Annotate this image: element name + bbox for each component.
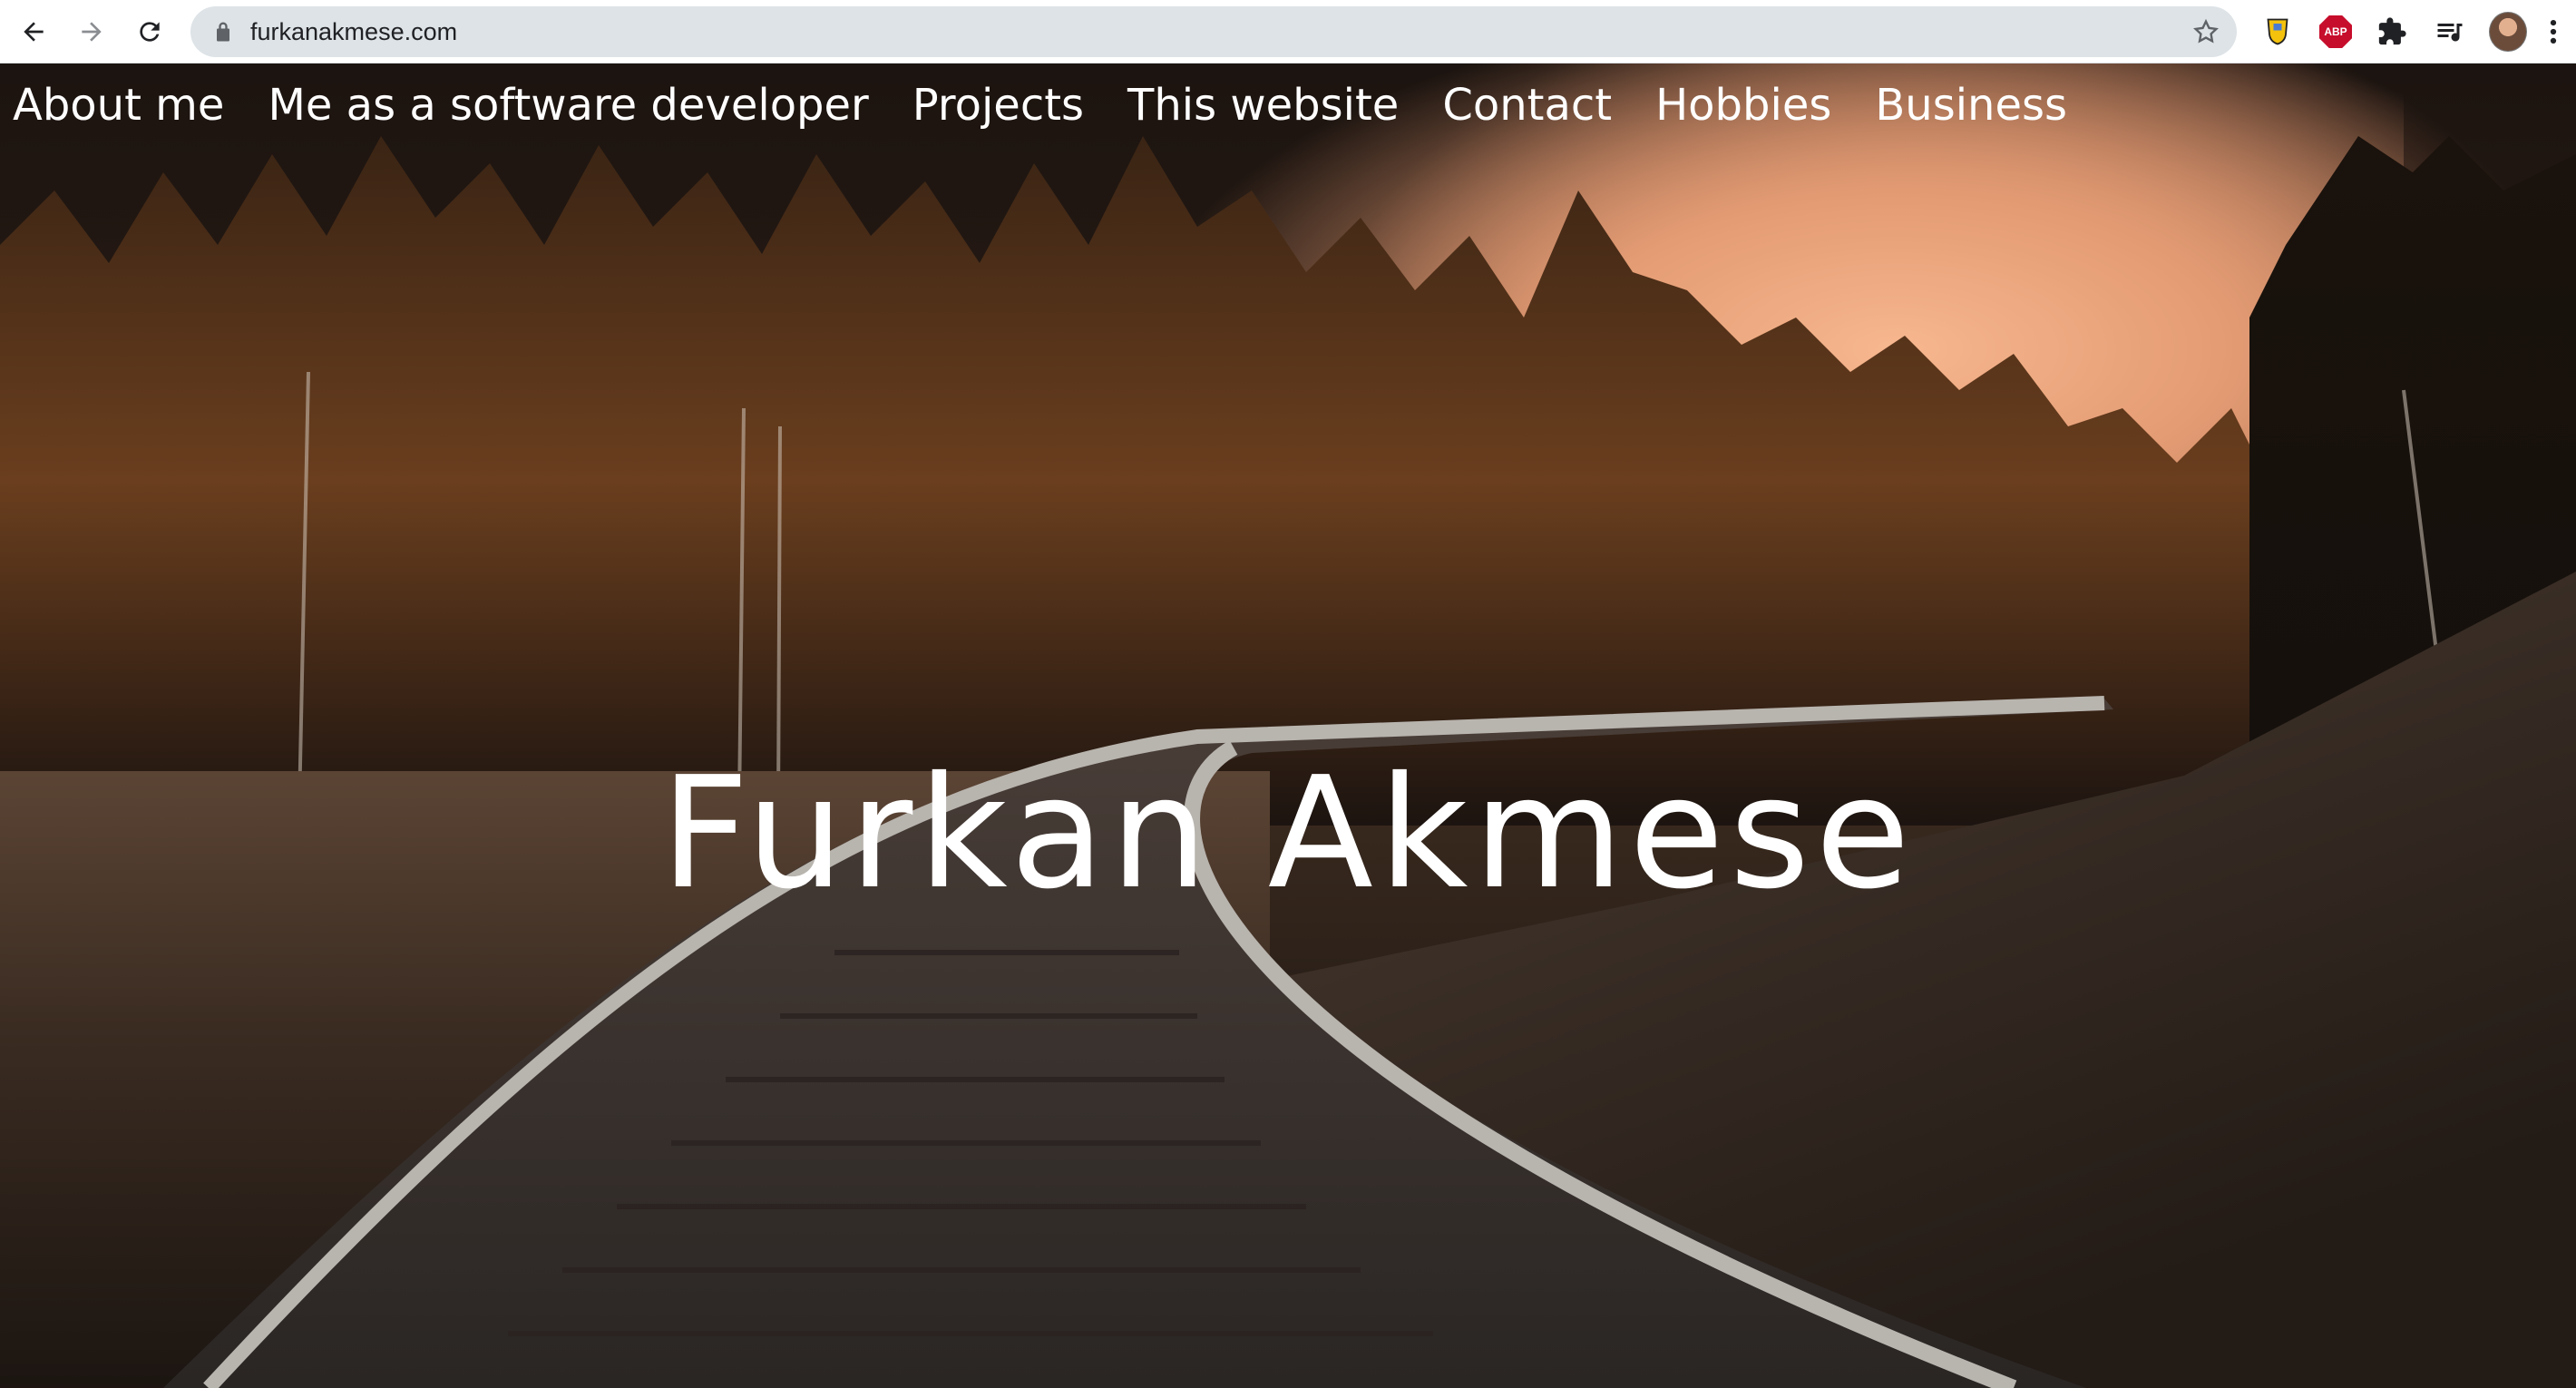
url-text[interactable]: furkanakmese.com xyxy=(250,6,457,57)
hero-title: Furkan Akmese xyxy=(660,744,1916,924)
main-nav: About me Me as a software developer Proj… xyxy=(13,80,2111,131)
extension-shield-icon xyxy=(2267,18,2288,45)
media-queue-icon xyxy=(2437,24,2463,42)
star-icon[interactable] xyxy=(2191,17,2220,46)
extension-shield-button[interactable] xyxy=(2259,13,2297,51)
adblock-button[interactable]: ABP xyxy=(2317,13,2355,51)
forward-arrow-icon xyxy=(82,22,102,42)
nav-contact[interactable]: Contact xyxy=(1442,80,1612,131)
railway-tracks xyxy=(163,696,2113,1388)
back-button[interactable] xyxy=(13,11,54,53)
avatar xyxy=(2489,12,2527,52)
media-queue-button[interactable] xyxy=(2431,13,2469,51)
nav-hobbies[interactable]: Hobbies xyxy=(1655,80,1831,131)
browser-toolbar: furkanakmese.com ABP xyxy=(0,0,2576,64)
forward-button[interactable] xyxy=(71,11,112,53)
back-arrow-icon xyxy=(24,22,44,42)
nav-this-website[interactable]: This website xyxy=(1127,80,1399,131)
nav-projects[interactable]: Projects xyxy=(912,80,1084,131)
nav-about-me[interactable]: About me xyxy=(13,80,224,131)
puzzle-icon xyxy=(2378,17,2406,45)
reload-button[interactable] xyxy=(129,11,171,53)
nav-software-developer[interactable]: Me as a software developer xyxy=(268,80,868,131)
browser-menu-button[interactable] xyxy=(2540,13,2567,51)
extensions-button[interactable] xyxy=(2373,13,2411,51)
nav-business[interactable]: Business xyxy=(1875,80,2067,131)
hero-section: About me Me as a software developer Proj… xyxy=(0,64,2576,1388)
reload-icon xyxy=(140,22,160,42)
profile-button[interactable] xyxy=(2489,12,2527,52)
lock-icon xyxy=(217,22,229,42)
kebab-menu-icon xyxy=(2550,19,2557,44)
adblock-icon: ABP xyxy=(2319,15,2352,48)
address-bar[interactable]: furkanakmese.com xyxy=(190,6,2237,57)
